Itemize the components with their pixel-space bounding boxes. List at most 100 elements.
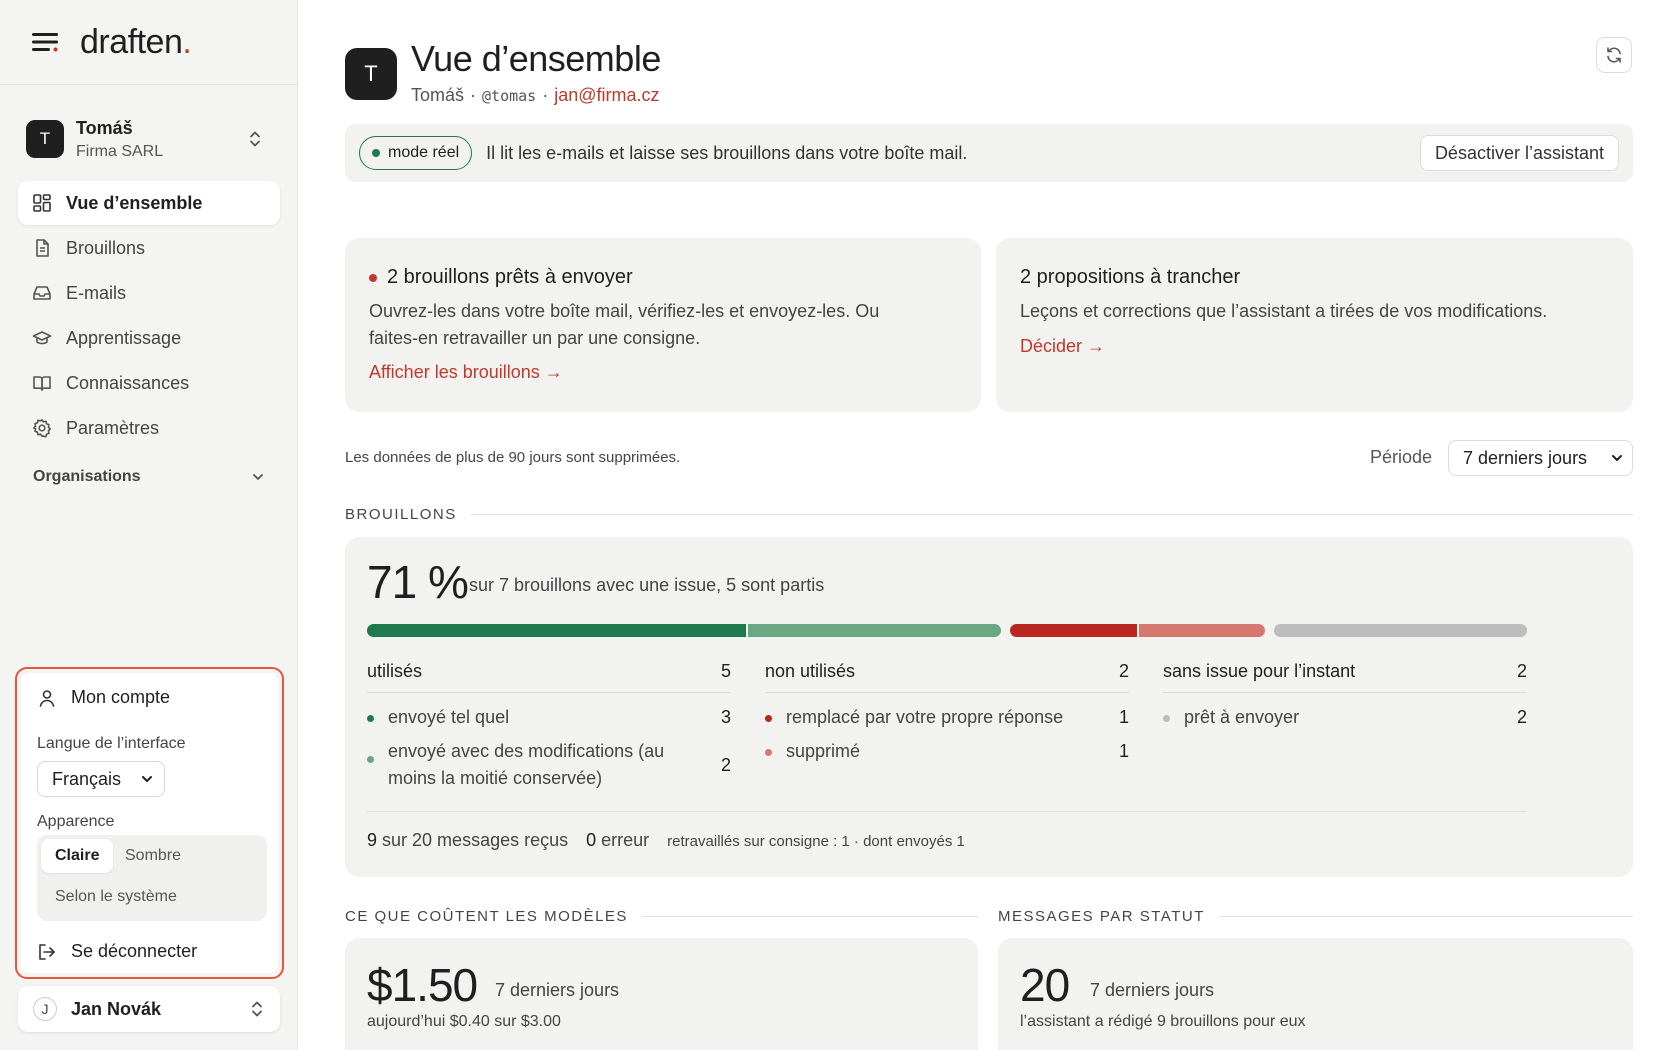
outcome-bar-segment <box>1274 624 1527 637</box>
chevron-down-icon <box>251 470 265 484</box>
refresh-icon <box>1605 46 1623 64</box>
mode-label: mode réel <box>388 144 460 161</box>
drafts-stats-card: 71 % sur 7 brouillons avec une issue, 5 … <box>345 537 1633 877</box>
user-avatar: J <box>33 997 57 1021</box>
gear-icon <box>32 418 52 438</box>
proposals-card: 2 propositions à trancher Leçons et corr… <box>996 238 1633 412</box>
message-count: 20 <box>1020 959 1070 1011</box>
org-switcher[interactable]: T Tomáš Firma SARL <box>26 114 272 164</box>
organisations-toggle[interactable]: Organisations <box>33 468 265 486</box>
document-icon <box>32 238 52 258</box>
mode-badge: mode réel <box>359 136 473 170</box>
cost-period: 7 derniers jours <box>495 980 620 1000</box>
page-subtitle: Tomáš · @tomas · jan@firma.cz <box>411 85 660 106</box>
legend-dot <box>765 749 772 756</box>
org-avatar: T <box>26 120 64 158</box>
decide-link[interactable]: Décider → <box>1020 336 1105 357</box>
proposals-title: 2 propositions à trancher <box>1020 266 1241 288</box>
show-drafts-link[interactable]: Afficher les brouillons → <box>369 362 563 383</box>
account-menu: Mon compte Langue de l’interface Françai… <box>15 667 284 979</box>
period-value: 7 derniers jours <box>1463 447 1588 468</box>
nav-item-learning[interactable]: Apprentissage <box>18 316 280 360</box>
legend-dot <box>1163 715 1170 722</box>
sent-rate-note: sur 7 brouillons avec une issue, 5 sont … <box>469 575 825 595</box>
chevron-updown-icon <box>248 130 262 148</box>
logout-item[interactable]: Se déconnecter <box>37 941 197 962</box>
status-banner: mode réel Il lit les e-mails et laisse s… <box>345 124 1633 182</box>
theme-system-option[interactable]: Selon le système <box>55 888 177 906</box>
received-count: 9 <box>367 830 378 850</box>
drafts-section-heading: BROUILLONS <box>345 506 1633 523</box>
separator: · <box>470 85 477 105</box>
drafts-ready-body: Ouvrez-les dans votre boîte mail, vérifi… <box>369 301 880 348</box>
brand-bar: draften. <box>0 0 297 85</box>
refresh-button[interactable] <box>1596 37 1632 73</box>
list-item: remplacé par votre propre réponse 1 <box>765 704 1129 731</box>
sent-rate: 71 % <box>367 556 469 608</box>
brand-logo[interactable]: draften. <box>80 23 192 62</box>
list-item: supprimé 1 <box>765 738 1129 765</box>
cost-amount: $1.50 <box>367 959 478 1011</box>
status-dot <box>372 149 380 157</box>
status-period: 7 derniers jours <box>1090 980 1215 1000</box>
cost-sub: aujourd’hui $0.40 sur $3.00 <box>367 1013 561 1030</box>
chevron-updown-icon <box>250 1000 264 1018</box>
deactivate-assistant-button[interactable]: Désactiver l’assistant <box>1419 135 1619 171</box>
legend-dot <box>367 715 374 722</box>
error-count: 0 <box>586 830 597 850</box>
book-icon <box>32 373 52 393</box>
used-column-header: utilisés 5 <box>367 661 731 693</box>
divider <box>367 811 1527 812</box>
main-nav: Vue d’ensemble Brouillons E-mails Appren… <box>18 181 280 451</box>
my-account-label: Mon compte <box>71 687 171 707</box>
user-switcher[interactable]: J Jan Novák <box>18 986 280 1032</box>
unused-column-header: non utilisés 2 <box>765 661 1129 693</box>
nav-item-emails[interactable]: E-mails <box>18 271 280 315</box>
nav-label: Vue d’ensemble <box>66 192 203 213</box>
outcome-bar-segment <box>367 624 747 637</box>
nav-label: Apprentissage <box>66 327 182 348</box>
reworked-text: retravaillés sur consigne : 1 · dont env… <box>667 833 965 850</box>
outcome-bar-segment <box>1010 624 1137 637</box>
language-value: Français <box>52 768 122 789</box>
nav-label: Connaissances <box>66 372 190 393</box>
menu-icon[interactable] <box>32 32 58 52</box>
proposals-body: Leçons et corrections que l’assistant a … <box>1020 301 1548 321</box>
nav-item-drafts[interactable]: Brouillons <box>18 226 280 270</box>
received-text: sur 20 messages reçus <box>382 830 569 850</box>
my-account-item[interactable]: Mon compte <box>37 687 170 708</box>
header-email-link[interactable]: jan@firma.cz <box>554 85 659 106</box>
period-select[interactable]: 7 derniers jours <box>1448 440 1633 476</box>
user-name: Jan Novák <box>71 998 162 1019</box>
graduation-cap-icon <box>32 328 52 348</box>
nav-label: Brouillons <box>66 237 146 258</box>
nav-label: E-mails <box>66 282 127 303</box>
logout-label: Se déconnecter <box>71 941 198 961</box>
pending-column-header: sans issue pour l’instant 2 <box>1163 661 1527 693</box>
language-label: Langue de l’interface <box>37 735 186 752</box>
list-item: prêt à envoyer 2 <box>1163 704 1527 731</box>
nav-item-settings[interactable]: Paramètres <box>18 406 280 450</box>
user-icon <box>37 688 57 708</box>
period-label: Période <box>1370 447 1433 467</box>
inbox-icon <box>32 283 52 303</box>
error-text: erreur <box>601 830 650 850</box>
header-avatar: T <box>345 48 397 100</box>
theme-light-option[interactable]: Claire <box>41 839 114 873</box>
legend-dot <box>765 715 772 722</box>
stats-row: 9 sur 20 messages reçus 0 erreur retrava… <box>367 830 965 851</box>
status-card: 20 7 derniers jours l’assistant a rédigé… <box>998 938 1633 1050</box>
alert-dot <box>369 273 377 282</box>
page-title: Vue d’ensemble <box>411 38 661 79</box>
appearance-label: Apparence <box>37 813 115 830</box>
chevron-down-icon <box>140 772 154 786</box>
language-select[interactable]: Français <box>37 761 165 797</box>
status-sub: l’assistant a rédigé 9 brouillons pour e… <box>1020 1013 1306 1030</box>
appearance-switcher: Claire Sombre Selon le système <box>37 835 267 921</box>
outcome-bar-segment <box>748 624 1002 637</box>
banner-text: Il lit les e-mails et laisse ses brouill… <box>486 142 968 163</box>
nav-item-knowledge[interactable]: Connaissances <box>18 361 280 405</box>
nav-item-overview[interactable]: Vue d’ensemble <box>18 181 280 225</box>
header-user-name: Tomáš <box>411 85 465 105</box>
theme-dark-option[interactable]: Sombre <box>125 847 181 865</box>
